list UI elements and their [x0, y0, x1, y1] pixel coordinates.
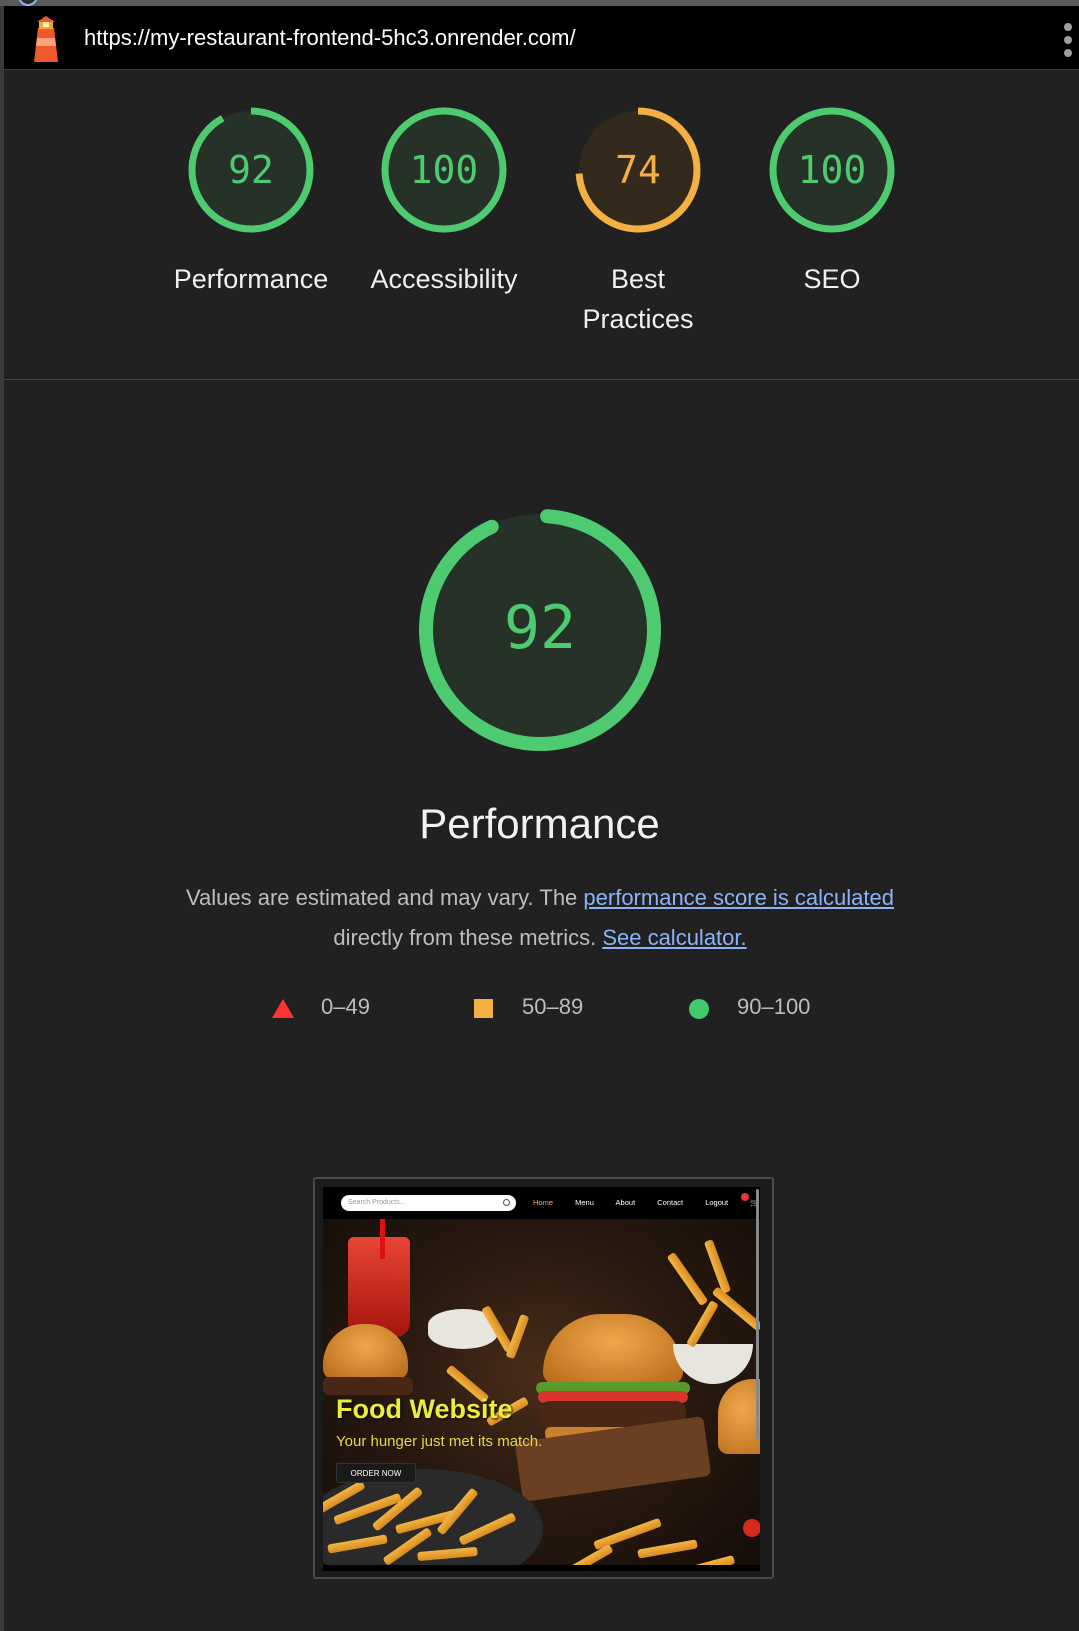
screenshot-viewport: Search Products... Home Menu About Conta…	[323, 1187, 760, 1571]
screenshot-scrollbar	[756, 1189, 759, 1439]
gauge-score: 92	[228, 148, 274, 192]
score-calculated-link[interactable]: performance score is calculated	[583, 885, 894, 910]
fry-shape	[505, 1313, 530, 1360]
gauge-seo[interactable]: 100 SEO	[742, 105, 922, 299]
site-hero-title: Food Website	[336, 1394, 513, 1424]
gauge-label: Accessibility	[370, 264, 518, 294]
tomato-cherry-shape	[743, 1519, 760, 1537]
gauge-label: Performance	[173, 264, 329, 294]
legend-range-average: 50–89	[522, 994, 584, 1019]
site-nav-about: About	[615, 1198, 636, 1207]
score-ring-icon: 100	[769, 107, 895, 233]
score-ring-icon: 74	[575, 107, 701, 233]
score-ring-icon: 92	[418, 509, 661, 751]
fry-shape	[686, 1300, 719, 1348]
straw-shape	[380, 1219, 385, 1259]
site-navbar: Search Products... Home Menu About Conta…	[323, 1187, 760, 1219]
gauge-score: 74	[615, 148, 661, 192]
report-url: https://my-restaurant-frontend-5hc3.onre…	[84, 25, 576, 50]
patty-left-shape	[323, 1377, 413, 1395]
search-icon	[503, 1199, 510, 1206]
triangle-icon	[272, 999, 294, 1018]
site-nav-logout: Logout	[705, 1198, 729, 1207]
gauge-label: SEO	[803, 264, 861, 294]
gauge-accessibility[interactable]: 100 Accessibility	[354, 105, 534, 299]
lighthouse-icon	[34, 16, 58, 62]
fry-shape	[711, 1286, 760, 1332]
fry-shape	[593, 1517, 662, 1551]
score-ring-icon: 92	[188, 107, 314, 233]
burger-right-shape	[718, 1379, 760, 1454]
screenshot-bottom-bar	[323, 1565, 760, 1571]
performance-title: Performance	[419, 800, 660, 847]
circle-icon	[689, 999, 709, 1019]
cutting-board-shape	[514, 1416, 712, 1502]
site-search-placeholder: Search Products...	[348, 1199, 406, 1206]
desc-text: Values are estimated and may vary. The	[185, 885, 584, 910]
legend-range-pass: 90–100	[737, 994, 811, 1019]
gauge-label: Best Practices	[548, 259, 728, 339]
see-calculator-link[interactable]: See calculator.	[602, 925, 746, 950]
fry-shape	[666, 1251, 709, 1307]
fries-bowl-shape	[673, 1344, 753, 1384]
site-nav-home: Home	[533, 1198, 554, 1207]
cart-badge	[741, 1193, 749, 1201]
legend-range-fail: 0–49	[321, 994, 370, 1019]
performance-description: Values are estimated and may vary. The p…	[120, 878, 960, 958]
performance-score: 92	[503, 593, 575, 663]
performance-gauge-large: 92	[0, 505, 1079, 755]
score-ring-icon: 100	[381, 107, 507, 233]
site-nav-contact: Contact	[657, 1198, 684, 1207]
site-order-now-button: ORDER NOW	[336, 1463, 416, 1483]
site-hero-subtitle: Your hunger just met its match.	[336, 1433, 543, 1450]
gauge-label-line1: Best	[610, 264, 666, 294]
square-icon	[474, 999, 493, 1018]
gauge-performance[interactable]: 92 Performance	[161, 105, 341, 299]
site-hero-image: Food Website Your hunger just met its ma…	[323, 1219, 760, 1571]
final-screenshot[interactable]: Search Products... Home Menu About Conta…	[313, 1177, 774, 1579]
report-topbar: https://my-restaurant-frontend-5hc3.onre…	[4, 6, 1079, 70]
category-gauges: 92 Performance 100 Accessibility 74 Best…	[4, 70, 1079, 380]
gauge-score: 100	[798, 148, 867, 192]
drink-cup-shape	[348, 1237, 410, 1337]
site-nav-links: Home Menu About Contact Logout 🛒 Cart	[533, 1187, 760, 1219]
site-nav-menu: Menu	[575, 1198, 594, 1207]
fry-shape	[703, 1239, 732, 1294]
burger-bun-top	[543, 1314, 683, 1384]
score-legend: 0–49 50–89 90–100	[0, 990, 1079, 1024]
gauge-score: 100	[410, 148, 479, 192]
desc-text-2: directly from these metrics.	[333, 925, 603, 950]
site-search-input: Search Products...	[341, 1195, 516, 1211]
more-vert-icon[interactable]	[1061, 23, 1075, 57]
gauge-label-line2: Practices	[582, 304, 694, 334]
fry-shape	[637, 1539, 698, 1559]
gauge-best-practices[interactable]: 74 Best Practices	[548, 105, 728, 339]
